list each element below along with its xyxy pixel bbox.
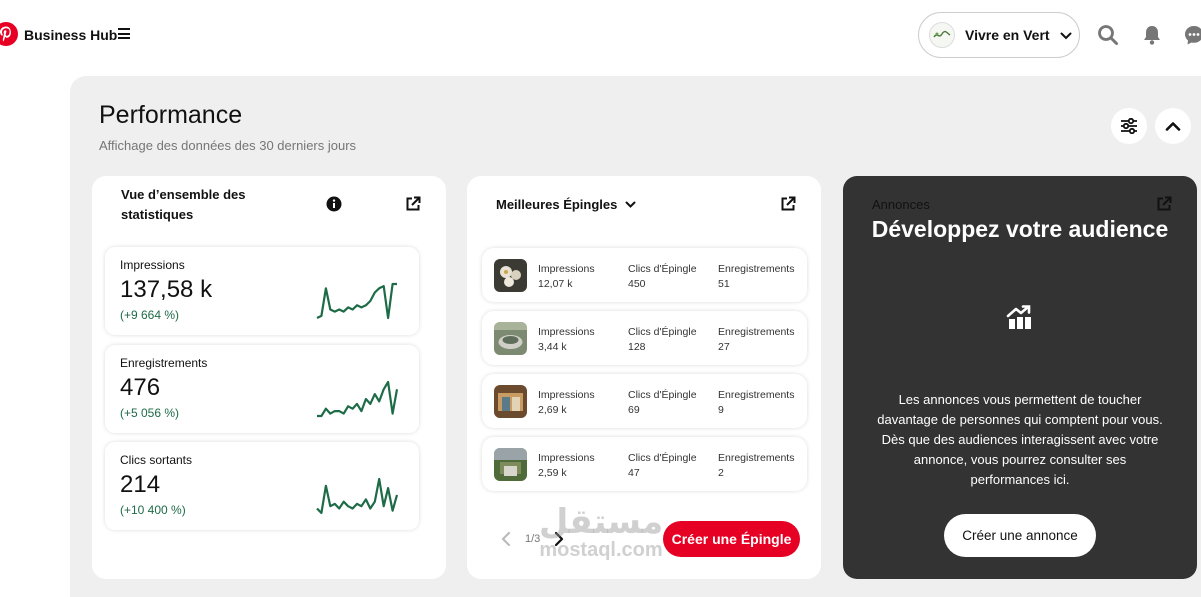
pin-impressions-label: Impressions (538, 263, 595, 275)
brand-title[interactable]: Business Hub (24, 27, 117, 43)
create-ad-button[interactable]: Créer une annonce (944, 514, 1096, 557)
stat-card-impressions[interactable]: Impressions 137,58 k (+9 664 %) (105, 247, 419, 335)
pin-saves-value: 27 (718, 341, 730, 353)
stat-label: Impressions (120, 258, 185, 272)
watermark: مستقل mostaql.com (526, 505, 676, 561)
search-icon[interactable] (1097, 24, 1119, 46)
external-link-icon[interactable] (1156, 196, 1172, 212)
create-pin-button[interactable]: Créer une Épingle (663, 521, 800, 557)
info-icon[interactable] (326, 196, 342, 212)
best-pins-dropdown[interactable]: Meilleures Épingles (496, 195, 636, 215)
avatar (929, 22, 955, 48)
sparkline-path (316, 477, 399, 515)
ads-card: Annonces Développez votre audience Les a… (843, 176, 1197, 579)
pin-saves-label: Enregistrements (718, 389, 795, 401)
pin-clicks-value: 450 (628, 278, 646, 290)
pin-saves-label: Enregistrements (718, 326, 795, 338)
account-logo-icon (933, 30, 951, 38)
pin-impressions-label: Impressions (538, 389, 595, 401)
pin-clicks-value: 128 (628, 341, 646, 353)
stat-card-saves[interactable]: Enregistrements 476 (+5 056 %) (105, 345, 419, 433)
stat-value: 476 (120, 374, 161, 401)
pin-thumbnail (494, 385, 527, 418)
chevron-up-icon (1165, 122, 1181, 131)
watermark-arabic: مستقل (538, 502, 664, 542)
filter-icon (1121, 118, 1137, 134)
page-title: Performance (99, 101, 243, 129)
stat-value: 137,58 k (120, 276, 213, 303)
stat-change: (+9 664 %) (120, 308, 180, 322)
stat-change: (+5 056 %) (120, 406, 180, 420)
stat-label: Clics sortants (120, 453, 193, 467)
chevron-down-icon (1060, 32, 1072, 40)
pin-clicks-label: Clics d'Épingle (628, 263, 697, 275)
chat-icon[interactable] (1183, 24, 1201, 46)
bell-icon[interactable] (1141, 24, 1163, 46)
pin-clicks-value: 69 (628, 404, 640, 416)
collapse-button[interactable] (1155, 108, 1191, 144)
ads-body: Les annonces vous permettent de toucher … (877, 392, 1163, 487)
pin-thumbnail (494, 259, 527, 292)
page-subtitle: Affichage des données des 30 derniers jo… (99, 138, 357, 153)
account-switcher[interactable]: Vivre en Vert (918, 12, 1080, 58)
pin-impressions-value: 12,07 k (538, 278, 573, 290)
hamburger-menu-icon[interactable] (118, 28, 130, 40)
ads-headline: Développez votre audience (871, 216, 1169, 242)
pin-thumbnail (494, 448, 527, 481)
top-bar: Business Hub Vivre en Vert (0, 0, 1201, 70)
external-link-icon[interactable] (780, 196, 796, 212)
pin-thumbnail (494, 322, 527, 355)
pin-saves-value: 9 (718, 404, 724, 416)
ads-title: Annonces (872, 197, 930, 212)
overview-title: Vue d’ensemble des statistiques (121, 187, 246, 222)
best-pins-title: Meilleures Épingles (496, 197, 618, 212)
pin-impressions-value: 2,69 k (538, 404, 567, 416)
sparkline-path (317, 380, 399, 418)
chevron-down-icon (625, 201, 636, 208)
sparkline-impressions (316, 282, 397, 320)
pin-clicks-label: Clics d'Épingle (628, 452, 697, 464)
pin-row[interactable]: Impressions 3,44 k Clics d'Épingle 128 Enr… (482, 311, 807, 365)
sparkline-saves (317, 380, 399, 418)
stat-card-outbound-clicks[interactable]: Clics sortants 214 (+10 400 %) (105, 442, 419, 530)
pinterest-logo-icon[interactable] (0, 22, 18, 46)
pin-saves-value: 51 (718, 278, 730, 290)
stat-label: Enregistrements (120, 356, 208, 370)
pin-saves-label: Enregistrements (718, 452, 795, 464)
sparkline-outbound-clicks (316, 477, 399, 515)
sparkline-path (316, 282, 397, 320)
pin-row[interactable]: Impressions 12,07 k Clics d'Épingle 450 En… (482, 248, 807, 302)
pin-clicks-label: Clics d'Épingle (628, 326, 697, 338)
pin-impressions-value: 2,59 k (538, 467, 567, 479)
overview-card: Vue d’ensemble des statistiques Impressi… (92, 176, 446, 579)
pin-impressions-value: 3,44 k (538, 341, 567, 353)
chart-growth-icon (1006, 305, 1031, 329)
stat-change: (+10 400 %) (120, 503, 186, 517)
pin-saves-value: 2 (718, 467, 724, 479)
pin-impressions-label: Impressions (538, 452, 595, 464)
pin-row[interactable]: Impressions 2,59 k Clics d'Épingle 47 Enre… (482, 437, 807, 491)
pin-saves-label: Enregistrements (718, 263, 795, 275)
pin-impressions-label: Impressions (538, 326, 595, 338)
account-name: Vivre en Vert (965, 27, 1050, 43)
stat-value: 214 (120, 471, 161, 498)
external-link-icon[interactable] (405, 196, 421, 212)
pin-clicks-label: Clics d'Épingle (628, 389, 697, 401)
filter-button[interactable] (1111, 108, 1147, 144)
pin-clicks-value: 47 (628, 467, 640, 479)
pin-row[interactable]: Impressions 2,69 k Clics d'Épingle 69 Enre… (482, 374, 807, 428)
watermark-latin: mostaql.com (539, 539, 663, 561)
chevron-left-icon[interactable] (501, 531, 511, 547)
